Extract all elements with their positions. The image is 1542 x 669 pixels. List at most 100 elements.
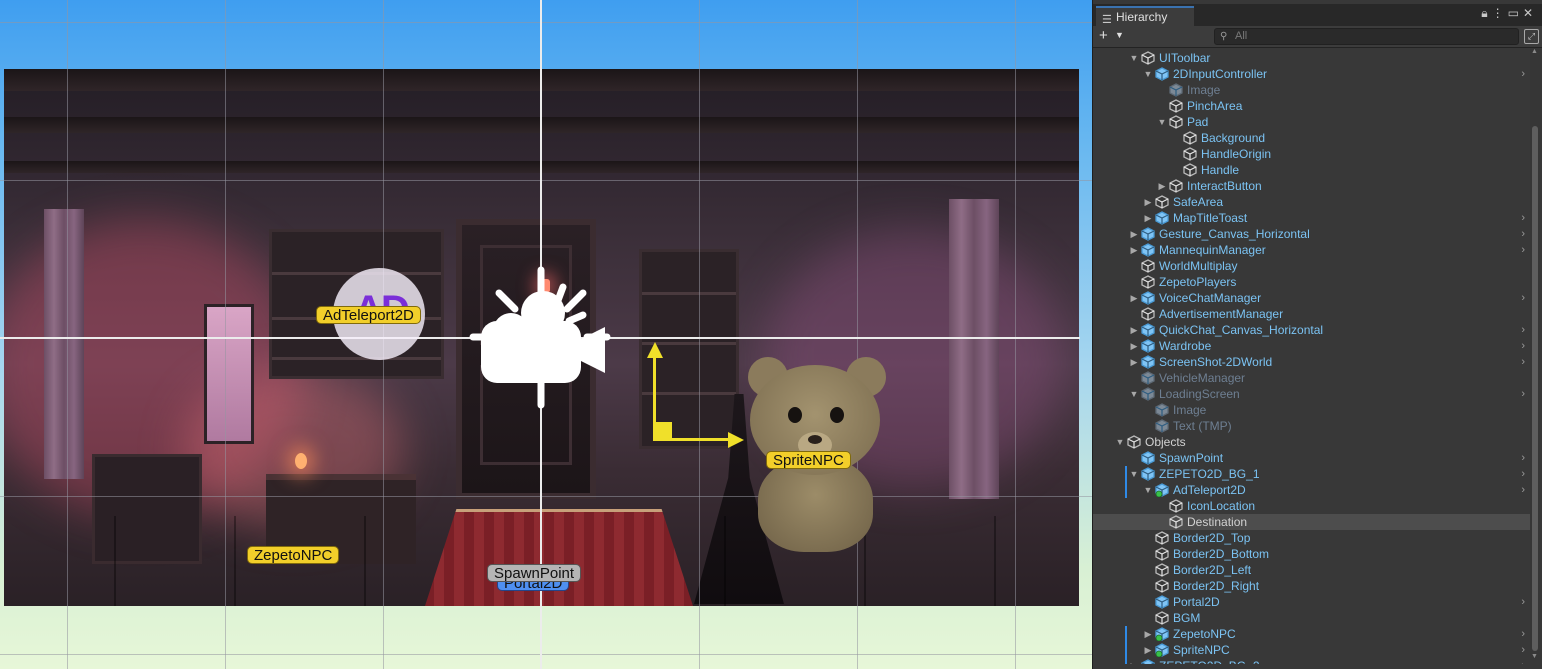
open-prefab-chevron-icon[interactable]: › — [1521, 66, 1525, 82]
expand-arrow-closed-icon[interactable]: ▶ — [1143, 642, 1153, 658]
hierarchy-row[interactable]: Image — [1093, 82, 1531, 98]
hierarchy-row[interactable]: WorldMultiplay — [1093, 258, 1531, 274]
label-sprite-npc[interactable]: SpriteNPC — [766, 451, 851, 469]
open-prefab-chevron-icon[interactable]: › — [1521, 354, 1525, 370]
expand-arrow-open-icon[interactable]: ▼ — [1143, 66, 1153, 82]
hierarchy-row[interactable]: BGM — [1093, 610, 1531, 626]
expand-arrow-open-icon[interactable]: ▼ — [1115, 434, 1125, 450]
more-icon[interactable]: ⋮ — [1492, 6, 1508, 20]
label-spawn-point[interactable]: SpawnPoint — [487, 564, 582, 582]
label-ad-teleport[interactable]: AdTeleport2D — [316, 306, 421, 324]
expand-arrow-closed-icon[interactable]: ▶ — [1157, 178, 1167, 194]
chevron-down-icon[interactable]: ▼ — [1115, 30, 1124, 40]
hierarchy-row[interactable]: ▶ Wardrobe › — [1093, 338, 1531, 354]
hierarchy-row[interactable]: Text (TMP) — [1093, 418, 1531, 434]
maximize-icon[interactable]: ▭ — [1508, 6, 1523, 20]
expand-arrow-open-icon[interactable]: ▼ — [1129, 466, 1139, 482]
expand-arrow-closed-icon[interactable]: ▶ — [1129, 242, 1139, 258]
hierarchy-row[interactable]: Border2D_Right — [1093, 578, 1531, 594]
hierarchy-row[interactable]: AdvertisementManager — [1093, 306, 1531, 322]
open-prefab-chevron-icon[interactable]: › — [1521, 290, 1525, 306]
scrollbar-thumb[interactable] — [1532, 126, 1538, 651]
hierarchy-row[interactable]: ▶ VoiceChatManager › — [1093, 290, 1531, 306]
hierarchy-row[interactable]: Background — [1093, 130, 1531, 146]
tab-hierarchy[interactable]: ☰ Hierarchy — [1096, 6, 1194, 26]
hierarchy-row[interactable]: ▶ ZEPETO2D_BG_2 › — [1093, 658, 1531, 664]
expand-arrow-closed-icon[interactable]: ▶ — [1129, 658, 1139, 664]
hierarchy-row[interactable]: ▶ InteractButton — [1093, 178, 1531, 194]
hierarchy-row[interactable]: ▼ ZEPETO2D_BG_1 › — [1093, 466, 1531, 482]
hierarchy-row[interactable]: Handle — [1093, 162, 1531, 178]
search-input[interactable]: ⚲ All — [1214, 28, 1519, 45]
hierarchy-row[interactable]: PinchArea — [1093, 98, 1531, 114]
scroll-up-icon[interactable]: ▲ — [1531, 48, 1538, 55]
expand-arrow-open-icon[interactable]: ▼ — [1129, 50, 1139, 66]
expand-arrow-closed-icon[interactable]: ▶ — [1129, 322, 1139, 338]
scene-view[interactable]: AD AdTeleport2D SpriteNPC ZepetoNPC Port… — [0, 0, 1092, 669]
hierarchy-row[interactable]: ▼ Objects — [1093, 434, 1531, 450]
expand-arrow-open-icon[interactable]: ▼ — [1157, 114, 1167, 130]
hierarchy-row[interactable]: ▶ MannequinManager › — [1093, 242, 1531, 258]
hierarchy-row[interactable]: ▼ UIToolbar — [1093, 50, 1531, 66]
hierarchy-row[interactable]: Border2D_Top — [1093, 530, 1531, 546]
hierarchy-row[interactable]: IconLocation — [1093, 498, 1531, 514]
scroll-down-icon[interactable]: ▼ — [1531, 653, 1538, 660]
open-prefab-chevron-icon[interactable]: › — [1521, 338, 1525, 354]
hierarchy-row[interactable]: Destination — [1093, 514, 1531, 530]
move-gizmo-plane-handle[interactable] — [653, 422, 672, 441]
expand-arrow-closed-icon[interactable]: ▶ — [1143, 194, 1153, 210]
expand-arrow-closed-icon[interactable]: ▶ — [1143, 210, 1153, 226]
hierarchy-row[interactable]: ▶ Gesture_Canvas_Horizontal › — [1093, 226, 1531, 242]
hierarchy-row-label: AdTeleport2D — [1173, 483, 1246, 497]
lock-icon[interactable]: 🔒︎ — [1481, 6, 1491, 20]
expand-arrow-open-icon[interactable]: ▼ — [1143, 482, 1153, 498]
open-prefab-chevron-icon[interactable]: › — [1521, 642, 1525, 658]
open-prefab-chevron-icon[interactable]: › — [1521, 594, 1525, 610]
y-arrow-icon[interactable] — [646, 342, 664, 360]
open-prefab-chevron-icon[interactable]: › — [1521, 242, 1525, 258]
label-zepeto-npc[interactable]: ZepetoNPC — [247, 546, 340, 564]
hierarchy-row[interactable]: ▼ Pad — [1093, 114, 1531, 130]
close-icon[interactable]: ✕ — [1523, 6, 1537, 20]
expand-arrow-closed-icon[interactable]: ▶ — [1143, 626, 1153, 642]
hierarchy-row[interactable]: Portal2D › — [1093, 594, 1531, 610]
hierarchy-row[interactable]: ▶ MapTitleToast › — [1093, 210, 1531, 226]
open-prefab-chevron-icon[interactable]: › — [1521, 210, 1525, 226]
prefab-icon — [1141, 467, 1155, 481]
hierarchy-row[interactable]: Border2D_Bottom — [1093, 546, 1531, 562]
open-prefab-chevron-icon[interactable]: › — [1521, 322, 1525, 338]
hierarchy-row[interactable]: ▶ QuickChat_Canvas_Horizontal › — [1093, 322, 1531, 338]
add-button[interactable]: + — [1099, 27, 1108, 44]
open-prefab-chevron-icon[interactable]: › — [1521, 386, 1525, 402]
expand-arrow-open-icon[interactable]: ▼ — [1129, 386, 1139, 402]
hierarchy-row[interactable]: Image — [1093, 402, 1531, 418]
scrollbar[interactable]: ▲ ▼ — [1530, 48, 1540, 660]
x-arrow-icon[interactable] — [728, 432, 746, 448]
open-prefab-chevron-icon[interactable]: › — [1521, 466, 1525, 482]
hierarchy-tree[interactable]: ▼ UIToolbar ▼ 2DInputController › Image PinchA… — [1093, 48, 1542, 664]
hierarchy-row[interactable]: HandleOrigin — [1093, 146, 1531, 162]
hierarchy-row[interactable]: Border2D_Left — [1093, 562, 1531, 578]
open-prefab-chevron-icon[interactable]: › — [1521, 626, 1525, 642]
hierarchy-row[interactable]: ▶ ZepetoNPC › — [1093, 626, 1531, 642]
camera-icon[interactable] — [465, 265, 615, 410]
hierarchy-row[interactable]: ZepetoPlayers — [1093, 274, 1531, 290]
open-prefab-chevron-icon[interactable]: › — [1521, 658, 1525, 664]
expand-arrow-closed-icon[interactable]: ▶ — [1129, 226, 1139, 242]
expand-arrow-closed-icon[interactable]: ▶ — [1129, 354, 1139, 370]
hierarchy-row[interactable]: SpawnPoint › — [1093, 450, 1531, 466]
expand-arrow-closed-icon[interactable]: ▶ — [1129, 290, 1139, 306]
hierarchy-row-label: UIToolbar — [1159, 51, 1211, 65]
hierarchy-row[interactable]: ▼ LoadingScreen › — [1093, 386, 1531, 402]
hierarchy-row[interactable]: ▼ AdTeleport2D › — [1093, 482, 1531, 498]
scene-search-icon[interactable]: ⤢ — [1524, 29, 1539, 44]
open-prefab-chevron-icon[interactable]: › — [1521, 226, 1525, 242]
expand-arrow-closed-icon[interactable]: ▶ — [1129, 338, 1139, 354]
hierarchy-row[interactable]: VehicleManager — [1093, 370, 1531, 386]
hierarchy-row[interactable]: ▶ SpriteNPC › — [1093, 642, 1531, 658]
hierarchy-row[interactable]: ▶ SafeArea — [1093, 194, 1531, 210]
open-prefab-chevron-icon[interactable]: › — [1521, 482, 1525, 498]
hierarchy-row[interactable]: ▼ 2DInputController › — [1093, 66, 1531, 82]
open-prefab-chevron-icon[interactable]: › — [1521, 450, 1525, 466]
hierarchy-row[interactable]: ▶ ScreenShot-2DWorld › — [1093, 354, 1531, 370]
